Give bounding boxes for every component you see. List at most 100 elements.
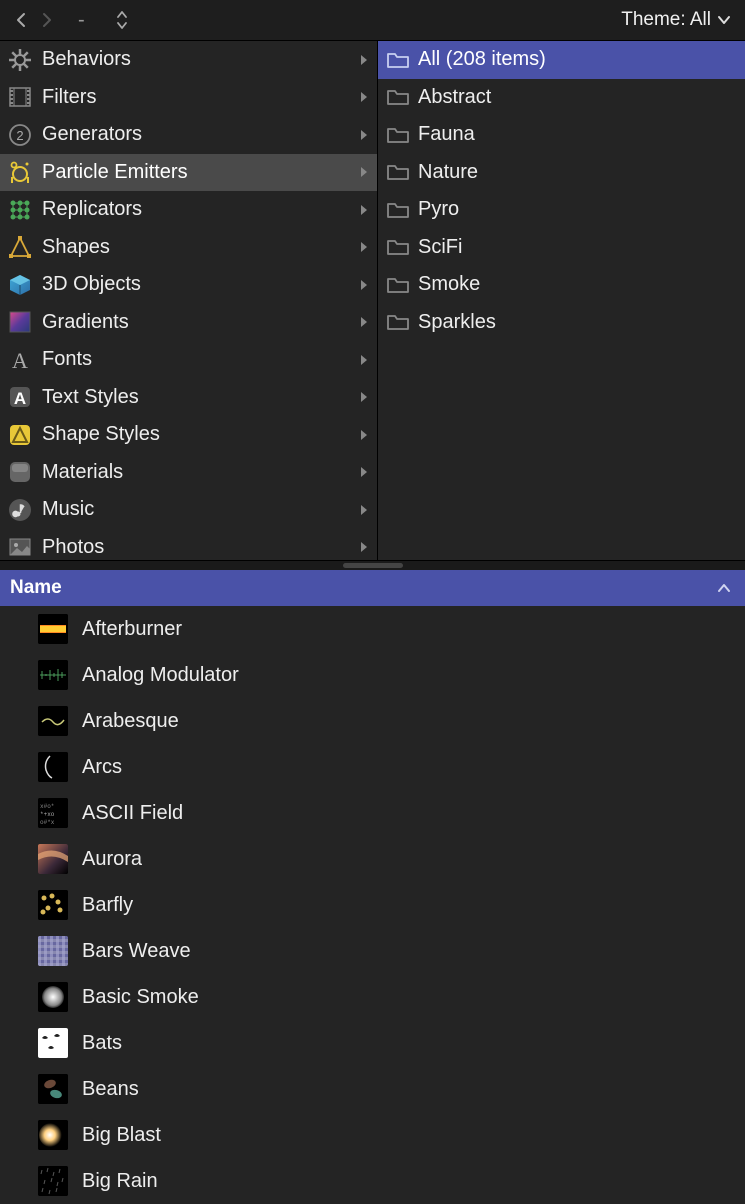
- category-row[interactable]: A Text Styles: [0, 379, 377, 417]
- item-label: Barfly: [82, 894, 133, 917]
- disclosure-arrow-icon: [359, 166, 369, 178]
- music-icon: [6, 496, 34, 524]
- item-thumbnail: [38, 936, 68, 966]
- category-row[interactable]: Gradients: [0, 304, 377, 342]
- disclosure-arrow-icon: [359, 54, 369, 66]
- category-row[interactable]: Particle Emitters: [0, 154, 377, 192]
- category-row[interactable]: Materials: [0, 454, 377, 492]
- list-item[interactable]: Analog Modulator: [0, 652, 745, 698]
- category-row[interactable]: Replicators: [0, 191, 377, 229]
- replicator-icon: [6, 196, 34, 224]
- list-item[interactable]: Basic Smoke: [0, 974, 745, 1020]
- svg-text:*+xo: *+xo: [40, 811, 55, 818]
- item-label: Bats: [82, 1032, 122, 1055]
- subfolder-label: Sparkles: [418, 311, 496, 334]
- subfolder-row[interactable]: Sparkles: [378, 304, 745, 342]
- item-thumbnail: x#o**+xoo#*x: [38, 798, 68, 828]
- list-item[interactable]: Bars Weave: [0, 928, 745, 974]
- cube3d-icon: [6, 271, 34, 299]
- list-item[interactable]: Afterburner: [0, 606, 745, 652]
- svg-text:o#*x: o#*x: [40, 819, 55, 826]
- theme-dropdown[interactable]: Theme: All: [621, 9, 737, 31]
- category-row[interactable]: Photos: [0, 529, 377, 561]
- list-item[interactable]: Beans: [0, 1066, 745, 1112]
- list-item[interactable]: Barfly: [0, 882, 745, 928]
- folder-icon: [386, 88, 410, 106]
- disclosure-arrow-icon: [359, 541, 369, 553]
- disclosure-arrow-icon: [359, 316, 369, 328]
- category-row[interactable]: Shapes: [0, 229, 377, 267]
- subfolder-row[interactable]: Smoke: [378, 266, 745, 304]
- path-stepper[interactable]: [115, 9, 129, 31]
- nav-forward-button[interactable]: [34, 7, 60, 33]
- subfolder-label: SciFi: [418, 236, 462, 259]
- subfolder-row[interactable]: All (208 items): [378, 41, 745, 79]
- disclosure-arrow-icon: [359, 129, 369, 141]
- shapestyle-icon: [6, 421, 34, 449]
- disclosure-arrow-icon: [359, 279, 369, 291]
- folder-icon: [386, 276, 410, 294]
- list-item[interactable]: Aurora: [0, 836, 745, 882]
- folder-icon: [386, 238, 410, 256]
- disclosure-arrow-icon: [359, 504, 369, 516]
- category-label: Generators: [42, 123, 351, 146]
- category-label: Music: [42, 498, 351, 521]
- list-item[interactable]: Big Blast: [0, 1112, 745, 1158]
- item-thumbnail: [38, 1074, 68, 1104]
- disclosure-arrow-icon: [359, 241, 369, 253]
- list-item[interactable]: Arcs: [0, 744, 745, 790]
- shape-icon: [6, 233, 34, 261]
- category-row[interactable]: Filters: [0, 79, 377, 117]
- emitter-icon: [6, 158, 34, 186]
- split-handle[interactable]: [0, 560, 745, 570]
- name-column-header[interactable]: Name: [0, 570, 745, 606]
- svg-text:2: 2: [16, 128, 23, 143]
- category-row[interactable]: A Fonts: [0, 341, 377, 379]
- item-label: Bars Weave: [82, 940, 191, 963]
- category-row[interactable]: Music: [0, 491, 377, 529]
- item-label: Basic Smoke: [82, 986, 199, 1009]
- folder-icon: [386, 51, 410, 69]
- category-row[interactable]: 2 Generators: [0, 116, 377, 154]
- category-label: Fonts: [42, 348, 351, 371]
- category-row[interactable]: Shape Styles: [0, 416, 377, 454]
- font-icon: A: [6, 346, 34, 374]
- item-label: Big Rain: [82, 1170, 158, 1193]
- path-indicator: -: [78, 9, 85, 32]
- subfolder-row[interactable]: Pyro: [378, 191, 745, 229]
- subfolder-row[interactable]: SciFi: [378, 229, 745, 267]
- folder-icon: [386, 163, 410, 181]
- subfolder-row[interactable]: Fauna: [378, 116, 745, 154]
- category-label: Shapes: [42, 236, 351, 259]
- disclosure-arrow-icon: [359, 354, 369, 366]
- subfolder-label: Fauna: [418, 123, 475, 146]
- folder-icon: [386, 126, 410, 144]
- subfolder-row[interactable]: Abstract: [378, 79, 745, 117]
- textstyle-icon: A: [6, 383, 34, 411]
- name-header-label: Name: [10, 577, 62, 599]
- chevron-down-icon: [717, 15, 731, 25]
- category-label: Replicators: [42, 198, 351, 221]
- category-row[interactable]: Behaviors: [0, 41, 377, 79]
- generator-icon: 2: [6, 121, 34, 149]
- category-label: Shape Styles: [42, 423, 351, 446]
- item-thumbnail: [38, 752, 68, 782]
- list-item[interactable]: Arabesque: [0, 698, 745, 744]
- category-row[interactable]: 3D Objects: [0, 266, 377, 304]
- list-item[interactable]: Big Rain: [0, 1158, 745, 1204]
- subfolder-column: All (208 items) Abstract Fauna Nature Py…: [378, 41, 745, 560]
- nav-back-button[interactable]: [8, 7, 34, 33]
- subfolder-label: Smoke: [418, 273, 480, 296]
- category-label: Filters: [42, 86, 351, 109]
- filmstrip-icon: [6, 83, 34, 111]
- category-label: Gradients: [42, 311, 351, 334]
- list-item[interactable]: Bats: [0, 1020, 745, 1066]
- item-thumbnail: [38, 982, 68, 1012]
- item-label: Arcs: [82, 756, 122, 779]
- item-thumbnail: [38, 706, 68, 736]
- subfolder-row[interactable]: Nature: [378, 154, 745, 192]
- item-thumbnail: [38, 660, 68, 690]
- category-label: Particle Emitters: [42, 161, 351, 184]
- item-label: ASCII Field: [82, 802, 183, 825]
- list-item[interactable]: x#o**+xoo#*x ASCII Field: [0, 790, 745, 836]
